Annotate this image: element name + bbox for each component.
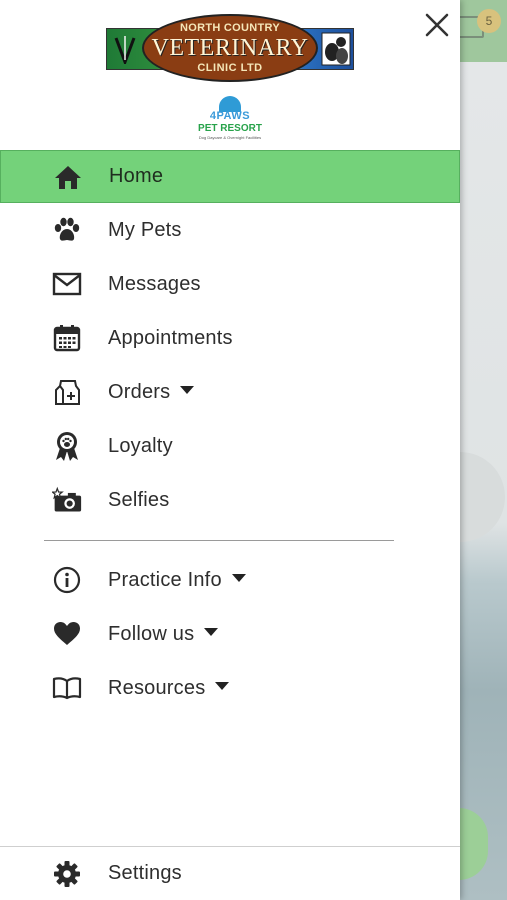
menu-item-selfies[interactable]: Selfies — [0, 473, 460, 527]
menu-divider — [44, 540, 394, 541]
menu-item-loyalty[interactable]: Loyalty — [0, 419, 460, 473]
close-icon — [425, 13, 449, 37]
menu-item-label: Follow us — [108, 622, 219, 646]
close-button[interactable] — [418, 6, 456, 44]
gear-icon — [52, 859, 82, 889]
menu-item-label: Resources — [108, 676, 230, 700]
calendar-icon — [52, 323, 82, 353]
logo-line3: CLINIC LTD — [197, 62, 263, 74]
menu-item-follow-us[interactable]: Follow us — [0, 607, 460, 661]
menu-item-home[interactable]: Home — [0, 150, 460, 203]
orders-text: Orders — [108, 380, 171, 403]
paw-icon — [52, 215, 82, 245]
menu-item-label: Settings — [108, 862, 182, 884]
book-icon — [52, 673, 82, 703]
menu-item-label: My Pets — [108, 218, 182, 241]
home-icon — [53, 162, 83, 192]
menu-item-settings[interactable]: Settings — [0, 847, 460, 900]
menu-item-orders[interactable]: Orders — [0, 365, 460, 419]
sublogo-line2: PET RESORT — [198, 123, 262, 134]
logo-line2: VETERINARY — [151, 35, 309, 61]
menu-item-label: Selfies — [108, 488, 170, 511]
menu-item-label: Orders — [108, 380, 195, 404]
camera-icon — [52, 485, 82, 515]
practice-info-text: Practice Info — [108, 568, 222, 591]
follow-us-text: Follow us — [108, 622, 195, 645]
info-icon — [52, 565, 82, 595]
primary-menu: Home My Pets Messages Appointments Order… — [0, 150, 460, 527]
sublogo-line3: Dog Daycare & Overnight Facilities — [198, 135, 262, 140]
heart-icon — [52, 619, 82, 649]
menu-item-my-pets[interactable]: My Pets — [0, 203, 460, 257]
sublogo-line1: 4PAWS — [209, 110, 251, 122]
clinic-logo: NORTH COUNTRY VETERINARY CLINIC LTD — [106, 14, 354, 82]
logo-line1: NORTH COUNTRY — [179, 22, 281, 34]
menu-item-appointments[interactable]: Appointments — [0, 311, 460, 365]
chevron-down-icon — [180, 386, 195, 395]
envelope-icon — [52, 269, 82, 299]
dog-cat-icon — [321, 32, 351, 66]
menu-item-label: Loyalty — [108, 434, 173, 457]
menu-item-label: Messages — [108, 272, 201, 295]
menu-item-label: Practice Info — [108, 569, 246, 592]
menu-item-resources[interactable]: Resources — [0, 661, 460, 715]
chevron-down-icon — [231, 574, 246, 583]
background-notification-badge: 5 — [477, 9, 501, 33]
menu-item-label: Appointments — [108, 326, 233, 349]
menu-item-label: Home — [109, 165, 164, 187]
chevron-down-icon — [215, 682, 230, 691]
secondary-menu: Practice Info Follow us Resources — [0, 553, 460, 715]
menu-item-practice-info[interactable]: Practice Info — [0, 553, 460, 607]
navigation-drawer: NORTH COUNTRY VETERINARY CLINIC LTD 4PAW… — [0, 0, 460, 900]
menu-item-messages[interactable]: Messages — [0, 257, 460, 311]
chevron-down-icon — [204, 628, 219, 637]
food-bag-icon — [52, 377, 82, 407]
resources-text: Resources — [108, 676, 206, 699]
pet-resort-logo: 4PAWS PET RESORT Dog Daycare & Overnight… — [196, 96, 264, 146]
award-ribbon-icon — [52, 431, 82, 461]
